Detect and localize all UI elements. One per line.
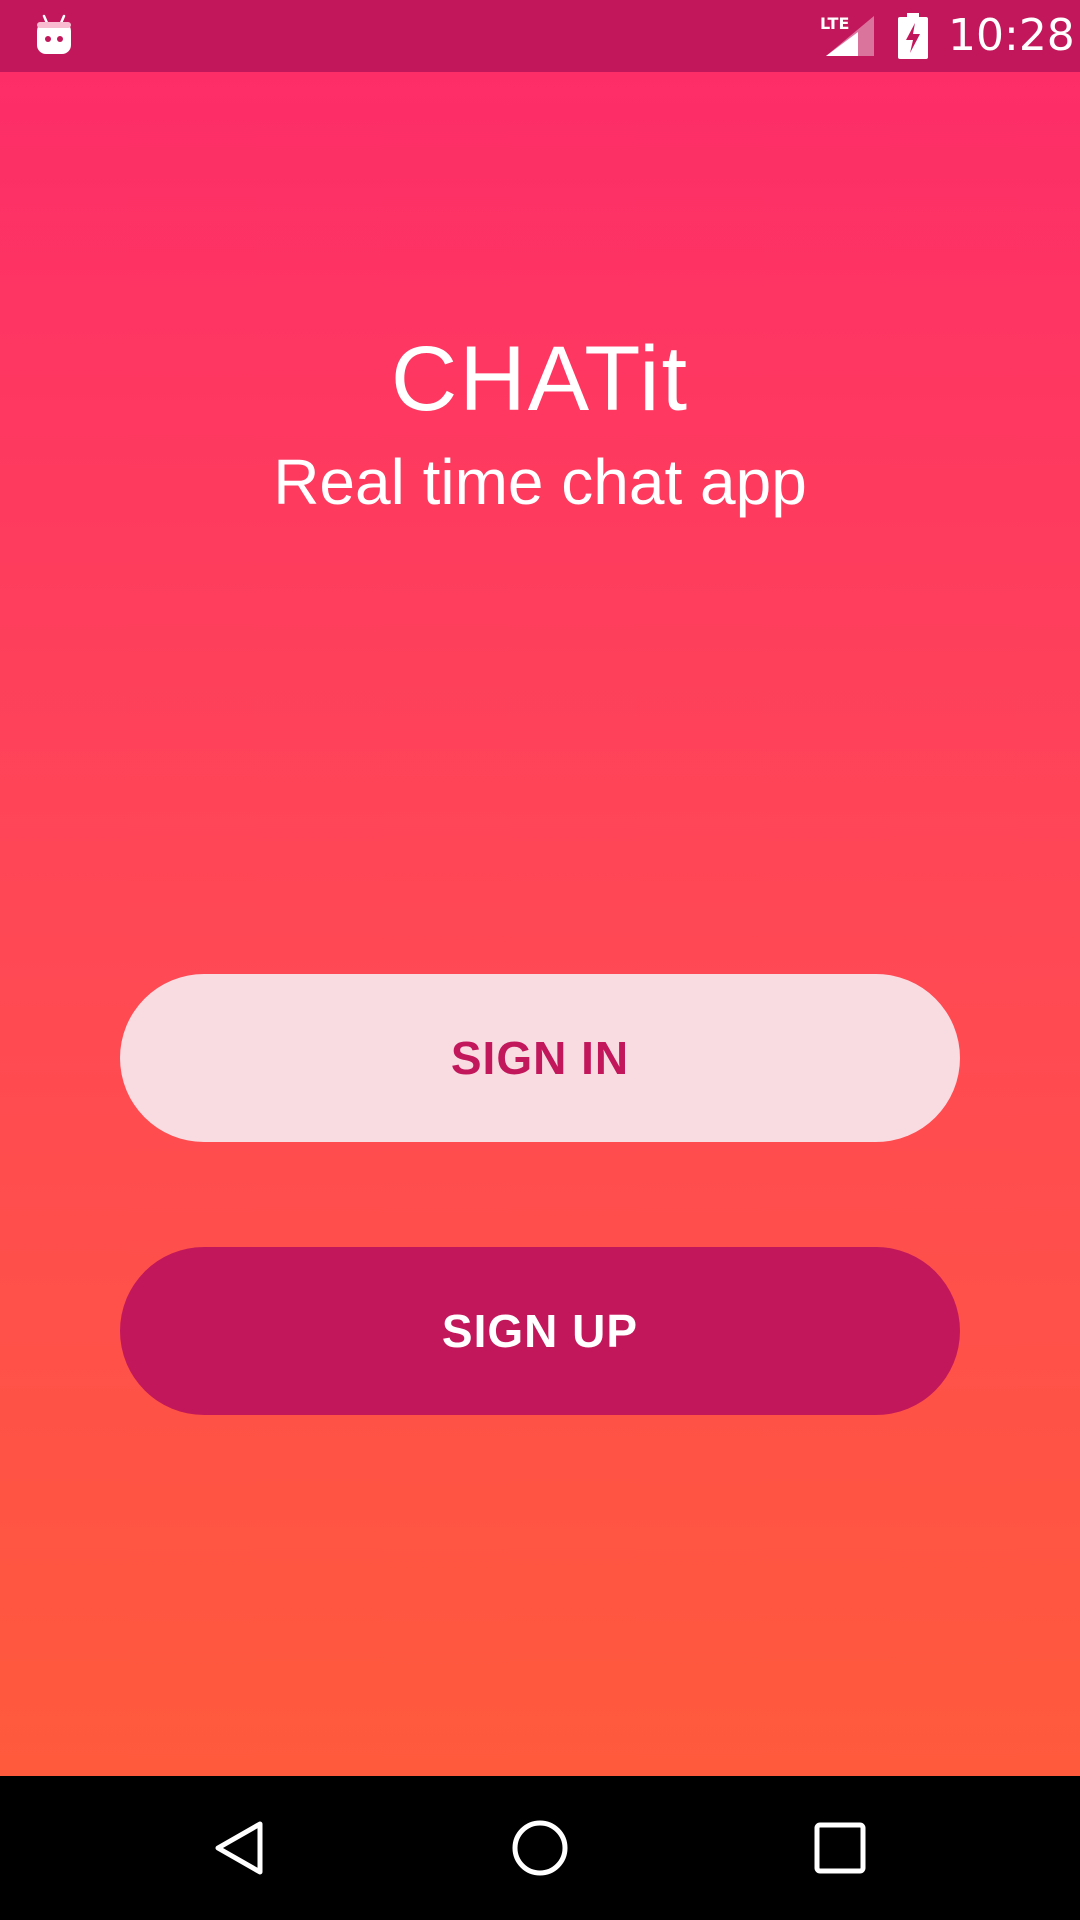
- status-bar: LTE 10:28: [0, 0, 1080, 72]
- app-subtitle: Real time chat app: [273, 446, 807, 518]
- app-screen: LTE 10:28 CHATit Real time chat app SIGN…: [0, 0, 1080, 1920]
- navigation-bar: [0, 1776, 1080, 1920]
- battery-charging-icon: [898, 13, 928, 59]
- back-icon: [215, 1821, 263, 1875]
- android-notification-icon: [37, 14, 71, 54]
- home-button[interactable]: [490, 1798, 590, 1898]
- sign-up-button[interactable]: SIGN UP: [120, 1247, 960, 1415]
- sign-in-button[interactable]: SIGN IN: [120, 974, 960, 1142]
- app-title: CHATit: [390, 328, 690, 430]
- lte-signal-icon: LTE: [820, 14, 874, 56]
- recents-icon: [814, 1822, 866, 1874]
- home-icon: [512, 1820, 568, 1876]
- svg-text:LTE: LTE: [820, 14, 849, 33]
- status-clock: 10:28: [948, 10, 1075, 61]
- recents-button[interactable]: [790, 1798, 890, 1898]
- back-button[interactable]: [190, 1798, 290, 1898]
- welcome-screen: CHATit Real time chat app SIGN IN SIGN U…: [0, 72, 1080, 1776]
